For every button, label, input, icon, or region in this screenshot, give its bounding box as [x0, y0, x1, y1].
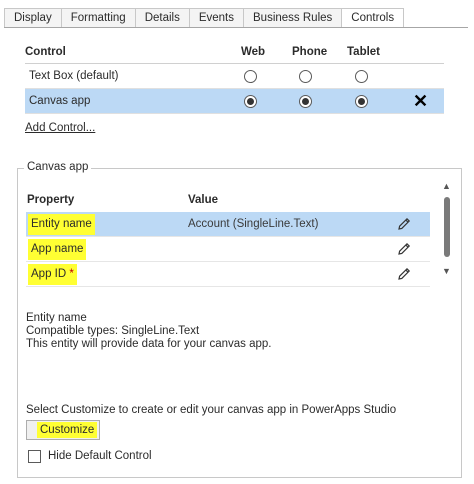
description-title: Entity name	[26, 312, 87, 324]
description-types: Compatible types: SingleLine.Text	[26, 325, 200, 337]
column-header-value: Value	[188, 194, 219, 206]
customize-instructions: Select Customize to create or edit your …	[26, 404, 397, 416]
tab-divider	[4, 27, 468, 28]
scrollbar-thumb[interactable]	[444, 197, 450, 257]
property-name: App ID	[31, 268, 67, 280]
control-name: Text Box (default)	[29, 70, 119, 82]
control-row-text-box[interactable]: Text Box (default)	[25, 64, 444, 89]
control-row-canvas-app[interactable]: Canvas app ✕	[25, 89, 444, 114]
property-table-header: Property Value	[26, 194, 430, 212]
property-row-entity-name[interactable]: Entity name Account (SingleLine.Text)	[26, 212, 430, 237]
tab-details[interactable]: Details	[134, 8, 190, 28]
phone-radio[interactable]	[299, 70, 312, 83]
customize-button-label: Customize	[37, 422, 98, 438]
column-header-property: Property	[27, 194, 75, 206]
controls-table: Control Web Phone Tablet Text Box (defau…	[25, 42, 444, 114]
property-description: Entity name Compatible types: SingleLine…	[26, 312, 271, 351]
column-header-control: Control	[25, 46, 66, 58]
add-control-link[interactable]: Add Control...	[25, 122, 95, 134]
column-header-tablet: Tablet	[347, 46, 381, 58]
property-name-wrap: App ID *	[28, 264, 77, 285]
triangle-up-icon[interactable]: ▲	[442, 181, 451, 191]
required-marker: *	[69, 268, 74, 280]
canvas-app-group: Canvas app Property Value Entity name Ac…	[17, 161, 462, 478]
hide-default-label: Hide Default Control	[48, 450, 152, 462]
web-radio[interactable]	[244, 70, 257, 83]
tab-controls[interactable]: Controls	[341, 8, 405, 28]
tablet-radio[interactable]	[355, 70, 368, 83]
description-text: This entity will provide data for your c…	[26, 338, 272, 350]
group-title: Canvas app	[24, 161, 92, 173]
tab-events[interactable]: Events	[188, 8, 245, 28]
property-row-app-name[interactable]: App name	[26, 237, 430, 262]
column-header-phone: Phone	[292, 46, 328, 58]
property-name: Entity name	[28, 214, 95, 235]
property-row-app-id[interactable]: App ID *	[26, 262, 430, 287]
tab-display[interactable]: Display	[4, 8, 62, 28]
tab-bar: Display Formatting Details Events Busine…	[4, 8, 405, 28]
tab-formatting[interactable]: Formatting	[60, 8, 136, 28]
web-radio[interactable]	[244, 95, 257, 108]
hide-default-checkbox[interactable]	[28, 450, 41, 463]
controls-table-header: Control Web Phone Tablet	[25, 42, 444, 64]
customize-button[interactable]: Customize	[26, 420, 100, 440]
property-value: Account (SingleLine.Text)	[188, 218, 319, 230]
tab-business-rules[interactable]: Business Rules	[243, 8, 343, 28]
pencil-icon[interactable]	[396, 241, 412, 257]
phone-radio[interactable]	[299, 95, 312, 108]
tablet-radio[interactable]	[355, 95, 368, 108]
close-icon[interactable]: ✕	[413, 91, 428, 111]
triangle-down-icon[interactable]: ▼	[442, 266, 451, 276]
control-name: Canvas app	[29, 95, 91, 107]
property-name: App name	[28, 239, 87, 260]
pencil-icon[interactable]	[396, 266, 412, 282]
pencil-icon[interactable]	[396, 216, 412, 232]
column-header-web: Web	[241, 46, 266, 58]
